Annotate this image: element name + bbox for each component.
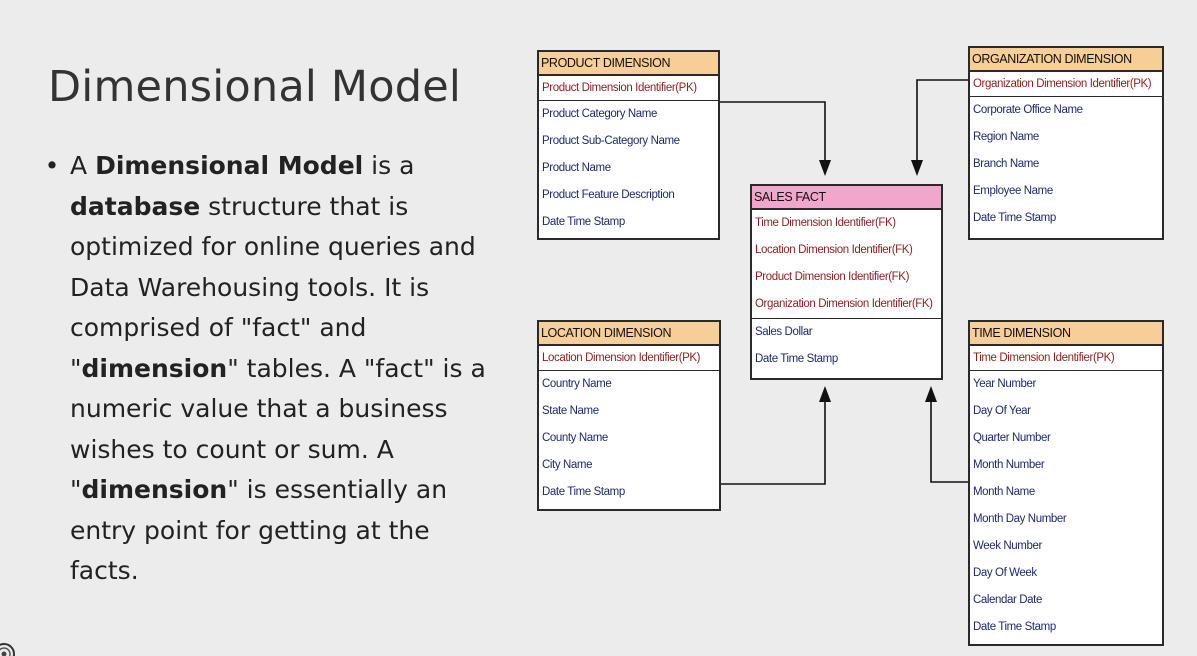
table-field: Day Of Year: [973, 405, 1031, 417]
table-field: Product Sub-Category Name: [542, 135, 680, 147]
primary-key-field: Organization Dimension Identifier(PK): [970, 72, 1162, 97]
location-dimension-table: LOCATION DIMENSION Location Dimension Id…: [537, 320, 721, 511]
table-field: Month Name: [973, 486, 1035, 498]
product-dimension-table: PRODUCT DIMENSION Product Dimension Iden…: [537, 50, 720, 240]
table-field: Date Time Stamp: [542, 486, 625, 498]
foreign-key-field: Location Dimension Identifier(FK): [755, 244, 913, 256]
foreign-key-field: Organization Dimension Identifier(FK): [755, 298, 933, 310]
table-field: Quarter Number: [973, 432, 1051, 444]
table-field: Week Number: [973, 540, 1042, 552]
foreign-key-field: Time Dimension Identifier(FK): [755, 217, 896, 229]
table-field: Month Day Number: [973, 513, 1067, 525]
primary-key-field: Product Dimension Identifier(PK): [539, 76, 718, 101]
table-header: TIME DIMENSION: [970, 322, 1162, 346]
table-field: Month Number: [973, 459, 1045, 471]
foreign-key-block: Time Dimension Identifier(FK) Location D…: [752, 210, 941, 319]
sales-fact-table: SALES FACT Time Dimension Identifier(FK)…: [750, 184, 943, 380]
table-field: Calendar Date: [973, 594, 1042, 606]
table-header: PRODUCT DIMENSION: [539, 52, 718, 76]
connector-product-fact: [720, 101, 826, 170]
table-field: Date Time Stamp: [973, 212, 1056, 224]
table-field: Sales Dollar: [755, 326, 813, 338]
connector-time-fact: [930, 392, 968, 483]
table-field: Product Name: [542, 162, 611, 174]
table-field: Date Time Stamp: [973, 621, 1056, 633]
table-header: SALES FACT: [752, 186, 941, 210]
table-header: ORGANIZATION DIMENSION: [970, 48, 1162, 72]
table-field: Product Category Name: [542, 108, 657, 120]
table-field: Employee Name: [973, 185, 1053, 197]
table-field: Date Time Stamp: [755, 353, 838, 365]
table-field: County Name: [542, 432, 608, 444]
table-header: LOCATION DIMENSION: [539, 322, 719, 346]
table-field: Corporate Office Name: [973, 104, 1083, 116]
table-field: Day Of Week: [973, 567, 1037, 579]
connector-location-fact: [721, 392, 826, 485]
table-field: Country Name: [542, 378, 612, 390]
table-field: City Name: [542, 459, 593, 471]
foreign-key-field: Product Dimension Identifier(FK): [755, 271, 910, 283]
table-field: Year Number: [973, 378, 1036, 390]
primary-key-field: Location Dimension Identifier(PK): [539, 346, 719, 371]
table-field: Branch Name: [973, 158, 1039, 170]
table-field: Region Name: [973, 131, 1039, 143]
logo-icon: [0, 632, 16, 656]
table-field: Product Feature Description: [542, 189, 675, 201]
connector-organization-fact: [916, 79, 968, 170]
table-field: State Name: [542, 405, 599, 417]
table-field: Date Time Stamp: [542, 216, 625, 228]
primary-key-field: Time Dimension Identifier(PK): [970, 346, 1162, 371]
time-dimension-table: TIME DIMENSION Time Dimension Identifier…: [968, 320, 1164, 646]
organization-dimension-table: ORGANIZATION DIMENSION Organization Dime…: [968, 46, 1164, 240]
